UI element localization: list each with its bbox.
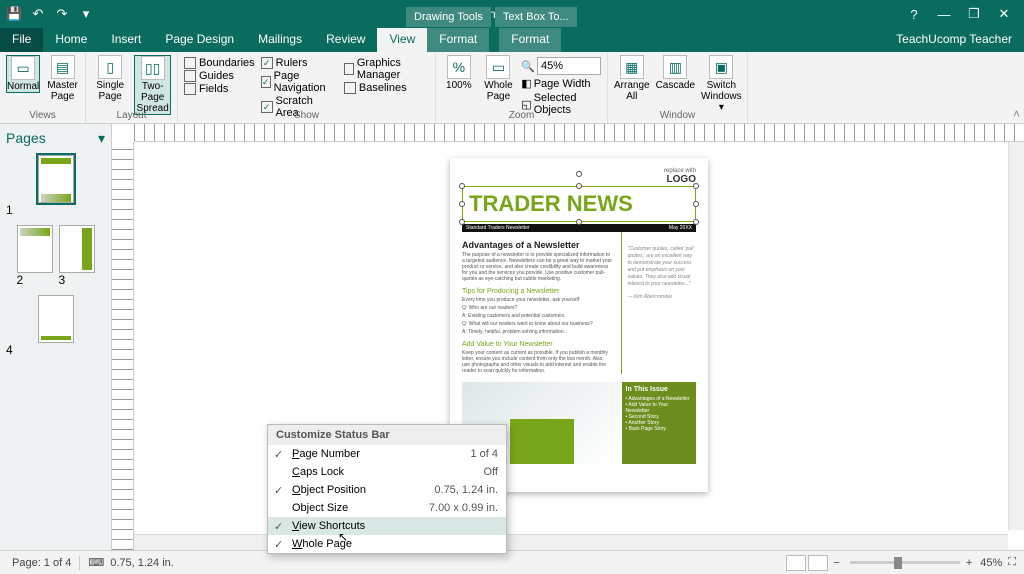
status-bar-menu-item-3[interactable]: Object Size7.00 x 0.99 in. bbox=[268, 499, 506, 517]
tab-mailings[interactable]: Mailings bbox=[246, 28, 314, 52]
ruler-vertical[interactable] bbox=[112, 142, 134, 550]
contextual-group-textbox: Text Box To... bbox=[495, 7, 577, 27]
page-width-icon: ◧ bbox=[521, 77, 531, 90]
collapse-ribbon-icon[interactable]: ˄ bbox=[1013, 107, 1020, 121]
baselines-checkbox[interactable]: Baselines bbox=[344, 82, 429, 94]
status-bar-menu-item-0[interactable]: ✓Page Number1 of 4 bbox=[268, 445, 506, 463]
ruler-horizontal[interactable] bbox=[134, 124, 1024, 142]
tab-review[interactable]: Review bbox=[314, 28, 377, 52]
ribbon-tabs: File Home Insert Page Design Mailings Re… bbox=[0, 28, 1024, 52]
tab-format-textbox[interactable]: Format bbox=[499, 28, 561, 52]
graphics-manager-checkbox[interactable]: Graphics Manager bbox=[344, 57, 429, 81]
group-show-label: Show bbox=[184, 110, 429, 121]
headline-textbox[interactable]: TRADER NEWS bbox=[462, 186, 696, 222]
customize-status-bar-menu: Customize Status Bar ✓Page Number1 of 4C… bbox=[267, 424, 507, 554]
pages-pane: Pages ▾ 1 2 3 4 bbox=[0, 124, 112, 550]
save-icon[interactable]: 💾 bbox=[6, 6, 22, 22]
group-zoom-label: Zoom bbox=[442, 110, 601, 121]
zoom-input[interactable] bbox=[537, 57, 601, 75]
single-page-button[interactable]: ▯Single Page bbox=[92, 55, 128, 102]
context-menu-title: Customize Status Bar bbox=[268, 425, 506, 445]
two-page-spread-button[interactable]: ▯▯Two-Page Spread bbox=[134, 55, 171, 115]
pages-pane-dropdown-icon[interactable]: ▾ bbox=[98, 130, 105, 147]
status-bar-menu-item-1[interactable]: Caps LockOff bbox=[268, 463, 506, 481]
qat-more-icon[interactable]: ▾ bbox=[78, 6, 94, 22]
status-bar: Page: 1 of 4 ⌨ 0.75, 1.24 in. − + 45% ⛶ bbox=[0, 550, 1024, 574]
tab-view[interactable]: View bbox=[377, 28, 427, 52]
help-icon[interactable]: ? bbox=[906, 7, 922, 22]
tab-file[interactable]: File bbox=[0, 28, 43, 52]
contextual-group-drawing: Drawing Tools bbox=[406, 7, 491, 27]
status-bar-menu-item-4[interactable]: ✓View Shortcuts bbox=[268, 517, 506, 535]
zoom-slider[interactable] bbox=[850, 561, 960, 564]
status-bar-menu-item-2[interactable]: ✓Object Position0.75, 1.24 in. bbox=[268, 481, 506, 499]
view-single-icon[interactable] bbox=[786, 555, 806, 571]
fullscreen-icon[interactable]: ⛶ bbox=[1008, 556, 1016, 569]
thumb-page-4[interactable]: 4 bbox=[6, 295, 105, 357]
status-caps-icon: ⌨ bbox=[88, 556, 104, 569]
status-bar-menu-item-5[interactable]: ✓Whole Page bbox=[268, 535, 506, 553]
title-bar: 💾 ↶ ↷ ▾ Publication2 - Publisher Drawing… bbox=[0, 0, 1024, 28]
guides-checkbox[interactable]: Guides bbox=[184, 70, 255, 82]
scrollbar-vertical[interactable] bbox=[1008, 142, 1024, 530]
status-page-number[interactable]: Page: 1 of 4 bbox=[12, 557, 71, 569]
group-layout-label: Layout bbox=[92, 110, 171, 121]
zoom-100-button[interactable]: %100% bbox=[442, 55, 476, 91]
redo-icon[interactable]: ↷ bbox=[54, 6, 70, 22]
ribbon: ▭Normal ▤Master Page Views ▯Single Page … bbox=[0, 52, 1024, 124]
scrollbar-horizontal[interactable] bbox=[134, 534, 1008, 550]
rulers-checkbox[interactable]: ✓Rulers bbox=[261, 57, 338, 69]
restore-icon[interactable]: ❐ bbox=[966, 6, 982, 22]
status-zoom[interactable]: 45% bbox=[980, 557, 1002, 569]
logo-placeholder[interactable]: replace withLOGO bbox=[664, 168, 696, 185]
workspace: Pages▾ 1 2 3 4 replace withL bbox=[0, 124, 1024, 550]
tab-home[interactable]: Home bbox=[43, 28, 99, 52]
group-window-label: Window bbox=[614, 110, 741, 121]
group-views-label: Views bbox=[6, 110, 79, 121]
minimize-icon[interactable]: — bbox=[936, 7, 952, 22]
page-width-button[interactable]: Page Width bbox=[534, 78, 591, 90]
tab-insert[interactable]: Insert bbox=[99, 28, 153, 52]
normal-view-button[interactable]: ▭Normal bbox=[6, 55, 40, 93]
in-this-issue-sidebar: In This Issue • Advantages of a Newslett… bbox=[622, 382, 696, 464]
user-name[interactable]: TeachUcomp Teacher bbox=[884, 28, 1024, 52]
view-spread-icon[interactable] bbox=[808, 555, 828, 571]
tab-format-drawing[interactable]: Format bbox=[427, 28, 489, 52]
status-object-position[interactable]: 0.75, 1.24 in. bbox=[110, 557, 174, 569]
thumb-spread-2-3[interactable]: 2 3 bbox=[6, 225, 105, 287]
fields-checkbox[interactable]: Fields bbox=[184, 83, 255, 95]
selected-objects-icon: ◱ bbox=[521, 98, 531, 111]
thumb-page-1[interactable]: 1 bbox=[6, 155, 105, 217]
issue-bar: Standard Traders NewsletterMay 20XX bbox=[462, 224, 696, 232]
cascade-button[interactable]: ▥Cascade bbox=[656, 55, 695, 91]
tab-page-design[interactable]: Page Design bbox=[153, 28, 246, 52]
arrange-all-button[interactable]: ▦Arrange All bbox=[614, 55, 650, 102]
close-icon[interactable]: ✕ bbox=[996, 6, 1012, 22]
page-navigation-checkbox[interactable]: ✓Page Navigation bbox=[261, 70, 338, 94]
undo-icon[interactable]: ↶ bbox=[30, 6, 46, 22]
master-page-button[interactable]: ▤Master Page bbox=[46, 55, 79, 102]
whole-page-button[interactable]: ▭Whole Page bbox=[482, 55, 516, 102]
boundaries-checkbox[interactable]: Boundaries bbox=[184, 57, 255, 69]
zoom-icon: 🔍 bbox=[521, 60, 535, 73]
canvas[interactable]: replace withLOGO TRADER NEWS Standard Tr… bbox=[112, 124, 1024, 550]
pages-pane-title: Pages bbox=[6, 130, 46, 147]
quick-access-toolbar: 💾 ↶ ↷ ▾ bbox=[6, 6, 94, 22]
switch-windows-button[interactable]: ▣Switch Windows ▾ bbox=[701, 55, 742, 113]
